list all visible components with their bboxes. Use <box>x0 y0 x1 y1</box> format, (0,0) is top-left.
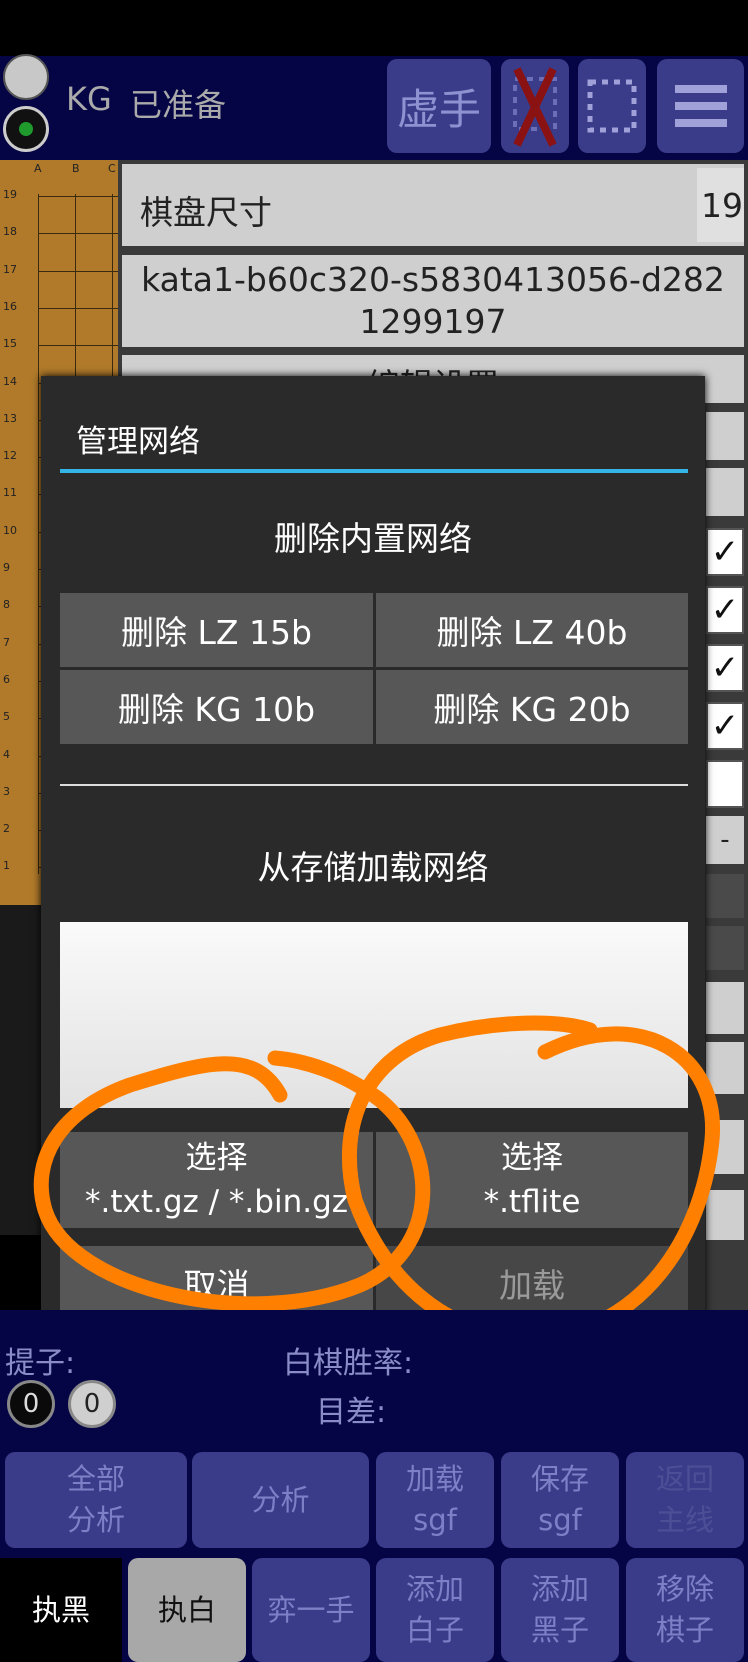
load-sgf-button[interactable]: 加载 sgf <box>376 1452 494 1548</box>
analyze-all-label-2: 分析 <box>66 1503 125 1537</box>
remove-stone-label-2: 棋子 <box>655 1613 714 1647</box>
add-white-label-2: 白子 <box>405 1613 464 1647</box>
play-black-button[interactable]: 执黑 <box>0 1558 122 1662</box>
return-mainline-button[interactable]: 返回 主线 <box>626 1452 744 1548</box>
save-sgf-button[interactable]: 保存 sgf <box>501 1452 619 1548</box>
black-captures-badge: 0 <box>7 1380 55 1428</box>
save-sgf-label-1: 保存 <box>530 1462 589 1496</box>
play-one-move-label: 弈一手 <box>267 1592 355 1627</box>
add-white-button[interactable]: 添加 白子 <box>376 1558 494 1662</box>
load-sgf-label-2: sgf <box>413 1503 457 1537</box>
add-black-label-1: 添加 <box>530 1572 589 1606</box>
play-white-label: 执白 <box>157 1592 216 1627</box>
add-black-button[interactable]: 添加 黑子 <box>501 1558 619 1662</box>
remove-stone-button[interactable]: 移除 棋子 <box>626 1558 744 1662</box>
white-captures-badge: 0 <box>68 1380 116 1428</box>
play-black-label: 执黑 <box>31 1592 90 1627</box>
white-captures-value: 0 <box>83 1389 101 1419</box>
save-sgf-label-2: sgf <box>538 1503 582 1537</box>
analyze-label: 分析 <box>251 1482 310 1517</box>
captures-label: 提子: <box>5 1346 76 1381</box>
load-sgf-label-1: 加载 <box>405 1462 464 1496</box>
return-mainline-label-1: 返回 <box>655 1462 714 1496</box>
return-mainline-label-2: 主线 <box>655 1503 714 1537</box>
black-captures-value: 0 <box>22 1389 40 1419</box>
add-white-label-1: 添加 <box>405 1572 464 1606</box>
remove-stone-label-1: 移除 <box>655 1572 714 1606</box>
score-label: 目差: <box>316 1395 387 1430</box>
analyze-all-label-1: 全部 <box>66 1462 125 1496</box>
play-one-move-button[interactable]: 弈一手 <box>252 1558 370 1662</box>
analyze-all-button[interactable]: 全部 分析 <box>5 1452 187 1548</box>
winrate-label: 白棋胜率: <box>283 1346 414 1381</box>
add-black-label-2: 黑子 <box>530 1613 589 1647</box>
play-white-button[interactable]: 执白 <box>128 1558 246 1662</box>
analyze-button[interactable]: 分析 <box>192 1452 369 1548</box>
